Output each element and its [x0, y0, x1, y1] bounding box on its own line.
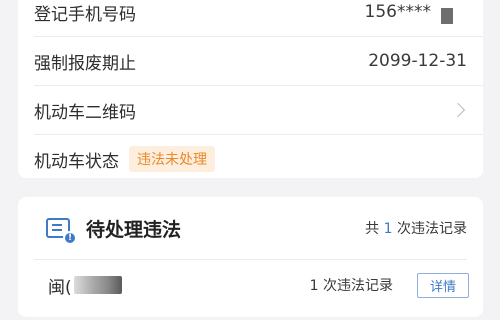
chevron-right-icon [450, 102, 466, 118]
section-title: 待处理违法 [86, 218, 182, 241]
vehicle-info-card: 登记手机号码 156**** 强制报废期止 2099-12-31 机动车二维码 … [18, 0, 483, 178]
divider [34, 259, 467, 260]
vehicle-status-row: 机动车状态 违法未处理 [18, 135, 483, 183]
violation-summary: 共 1 次违法记录 [365, 218, 467, 238]
scrap-deadline-value: 2099-12-31 [368, 51, 467, 71]
alert-badge-icon: ! [63, 231, 77, 245]
record-count: 1 次违法记录 [309, 278, 393, 294]
violation-document-icon: ! [46, 218, 77, 245]
violations-header: ! 待处理违法 共 1 次违法记录 [18, 197, 483, 259]
summary-suffix: 次违法记录 [397, 221, 467, 237]
detail-button[interactable]: 详情 [416, 272, 469, 298]
phone-row: 登记手机号码 156**** [18, 0, 483, 36]
plate-redaction-mask [73, 276, 122, 294]
phone-label: 登记手机号码 [34, 4, 136, 25]
summary-prefix: 共 [365, 221, 380, 237]
scrap-deadline-row: 强制报废期止 2099-12-31 [18, 37, 483, 85]
phone-redaction-mask [441, 8, 453, 24]
qr-code-row[interactable]: 机动车二维码 [18, 86, 483, 134]
summary-count: 1 [383, 221, 393, 237]
violation-record-row[interactable]: 闽( 1 次违法记录 详情 [18, 263, 483, 307]
vehicle-status-label: 机动车状态 [34, 151, 119, 172]
qr-code-label: 机动车二维码 [34, 102, 136, 123]
pending-violations-card: ! 待处理违法 共 1 次违法记录 闽( 1 次违法记录 详情 [18, 197, 483, 317]
scrap-deadline-label: 强制报废期止 [34, 53, 136, 74]
status-badge: 违法未处理 [129, 146, 215, 172]
plate-number: 闽( [48, 277, 72, 298]
phone-value: 156**** [364, 2, 431, 22]
